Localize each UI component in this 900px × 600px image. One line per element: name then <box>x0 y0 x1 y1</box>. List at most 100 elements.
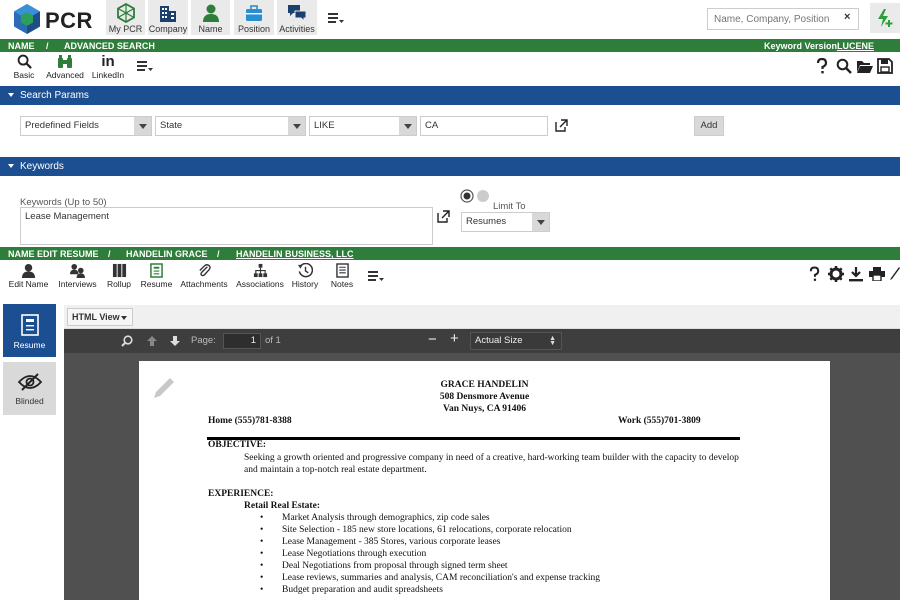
linkedin-search-button[interactable]: in LinkedIn <box>89 54 127 81</box>
divider <box>207 437 740 440</box>
updown-icon: ▲ ▼ <box>549 335 556 347</box>
pdf-search-icon[interactable] <box>121 335 133 347</box>
zoom-select[interactable]: Actual Size ▲ ▼ <box>470 332 562 350</box>
eye-slash-icon <box>17 373 42 391</box>
limit-to-select[interactable]: Resumes <box>461 212 550 232</box>
search-icon[interactable] <box>836 58 852 74</box>
breadcrumb-person[interactable]: HANDELIN GRACE <box>126 249 208 259</box>
blinded-view-button[interactable]: Blinded <box>3 362 56 415</box>
search-icon <box>17 54 32 69</box>
resume-page: GRACE HANDELIN 508 Densmore Avenue Van N… <box>139 361 830 600</box>
help-icon[interactable] <box>815 58 829 74</box>
nav-activities[interactable]: Activities <box>277 0 317 35</box>
person-icon <box>202 4 219 22</box>
nav-label: Position <box>237 24 271 34</box>
quick-add-button[interactable] <box>870 3 900 33</box>
chevron-down-icon <box>399 117 416 135</box>
operator-select[interactable]: LIKE <box>309 116 417 136</box>
resume-address-line1: 508 Densmore Avenue <box>439 392 530 402</box>
help-icon[interactable] <box>808 266 821 282</box>
pcr-logo[interactable]: PCR <box>12 3 92 35</box>
limit-toggle[interactable] <box>460 189 492 203</box>
advanced-search-button[interactable]: Advanced <box>44 54 86 80</box>
nav-position[interactable]: Position <box>234 0 274 35</box>
nav-name[interactable]: Name <box>191 0 230 35</box>
nav-label: Company <box>148 24 188 34</box>
page-label: Page: <box>191 335 216 346</box>
global-search-input[interactable] <box>707 8 859 30</box>
experience-subheading: Retail Real Estate: <box>244 501 320 511</box>
history-button[interactable]: History <box>289 263 321 289</box>
search-params-header[interactable]: Search Params <box>0 86 900 105</box>
toolbar-label: Associations <box>236 279 284 289</box>
external-link-icon[interactable] <box>555 119 568 132</box>
chat-icon <box>288 5 307 23</box>
download-icon[interactable] <box>849 266 863 282</box>
field-type-select[interactable]: Predefined Fields <box>20 116 152 136</box>
select-value: Predefined Fields <box>25 120 99 131</box>
rollup-icon <box>112 263 126 278</box>
chevron-down-icon <box>121 316 127 320</box>
nav-company[interactable]: Company <box>148 0 188 35</box>
arrow-down-icon[interactable] <box>169 335 181 347</box>
clear-icon[interactable]: × <box>844 11 850 23</box>
pencil-icon[interactable] <box>890 267 900 281</box>
nav-label: Name <box>198 24 223 34</box>
resume-name: GRACE HANDELIN <box>440 380 529 390</box>
notes-button[interactable]: Notes <box>327 263 357 289</box>
interviews-button[interactable]: Interviews <box>55 263 100 289</box>
chevron-down-icon <box>532 213 549 231</box>
toolbar-label: Resume <box>140 279 173 289</box>
objective-heading: OBJECTIVE: <box>208 440 267 450</box>
add-param-button[interactable]: Add <box>694 116 724 136</box>
resume-home-phone: Home (555)781-8388 <box>208 416 292 426</box>
select-value: LIKE <box>314 120 335 131</box>
bullet-item: Market Analysis through demographics, zi… <box>260 513 490 523</box>
basic-search-button[interactable]: Basic <box>12 54 36 80</box>
collapse-caret-icon <box>8 93 14 98</box>
page-number-input[interactable]: 1 <box>223 333 261 349</box>
resume-view-button[interactable]: Resume <box>3 304 56 357</box>
gear-icon[interactable] <box>828 266 844 282</box>
keywords-header[interactable]: Keywords <box>0 157 900 176</box>
folder-open-icon[interactable] <box>856 59 873 74</box>
toolbar-label: Rollup <box>106 279 132 289</box>
bullet-item: Site Selection - 185 new store locations… <box>260 525 572 535</box>
zoom-in-button[interactable]: + <box>450 330 459 347</box>
objective-line: Seeking a growth oriented and progressiv… <box>244 453 739 463</box>
zoom-out-button[interactable]: − <box>428 331 437 348</box>
value-input[interactable]: CA <box>420 116 548 136</box>
section-title: Keywords <box>20 161 64 172</box>
more-menu-icon[interactable] <box>137 60 153 74</box>
toolbar-label: Interviews <box>58 279 97 289</box>
arrow-up-icon[interactable] <box>146 335 158 347</box>
attachments-button[interactable]: Attachments <box>178 263 230 289</box>
more-menu-icon[interactable] <box>328 12 344 26</box>
side-label: Resume <box>13 340 46 350</box>
edit-name-button[interactable]: Edit Name <box>6 263 51 289</box>
nav-my-pcr[interactable]: My PCR <box>106 0 145 35</box>
side-label: Blinded <box>15 396 44 406</box>
external-link-icon[interactable] <box>437 210 450 223</box>
breadcrumb-name[interactable]: NAME <box>8 41 35 51</box>
breadcrumb-separator: / <box>217 249 220 259</box>
page-count: of 1 <box>265 335 281 346</box>
collapse-caret-icon <box>8 164 14 169</box>
keywords-textarea[interactable]: Lease Management <box>20 207 433 245</box>
building-icon <box>160 6 176 22</box>
rollup-button[interactable]: Rollup <box>104 263 134 289</box>
view-mode-select[interactable]: HTML View <box>67 308 133 326</box>
briefcase-icon <box>246 5 262 21</box>
save-icon[interactable] <box>877 58 893 74</box>
person-icon <box>21 263 36 278</box>
associations-button[interactable]: Associations <box>234 263 286 289</box>
breadcrumb-separator: / <box>108 249 111 259</box>
field-select[interactable]: State <box>155 116 306 136</box>
print-icon[interactable] <box>869 267 885 281</box>
toolbar-label: LinkedIn <box>91 70 125 80</box>
more-menu-icon[interactable] <box>368 270 384 284</box>
keyword-version-link[interactable]: LUCENE <box>837 41 874 51</box>
resume-button[interactable]: Resume <box>139 263 174 289</box>
breadcrumb-company-link[interactable]: HANDELIN BUSINESS, LLC <box>236 249 354 259</box>
bullet-item: Lease Management - 385 Stores, various c… <box>260 537 500 547</box>
